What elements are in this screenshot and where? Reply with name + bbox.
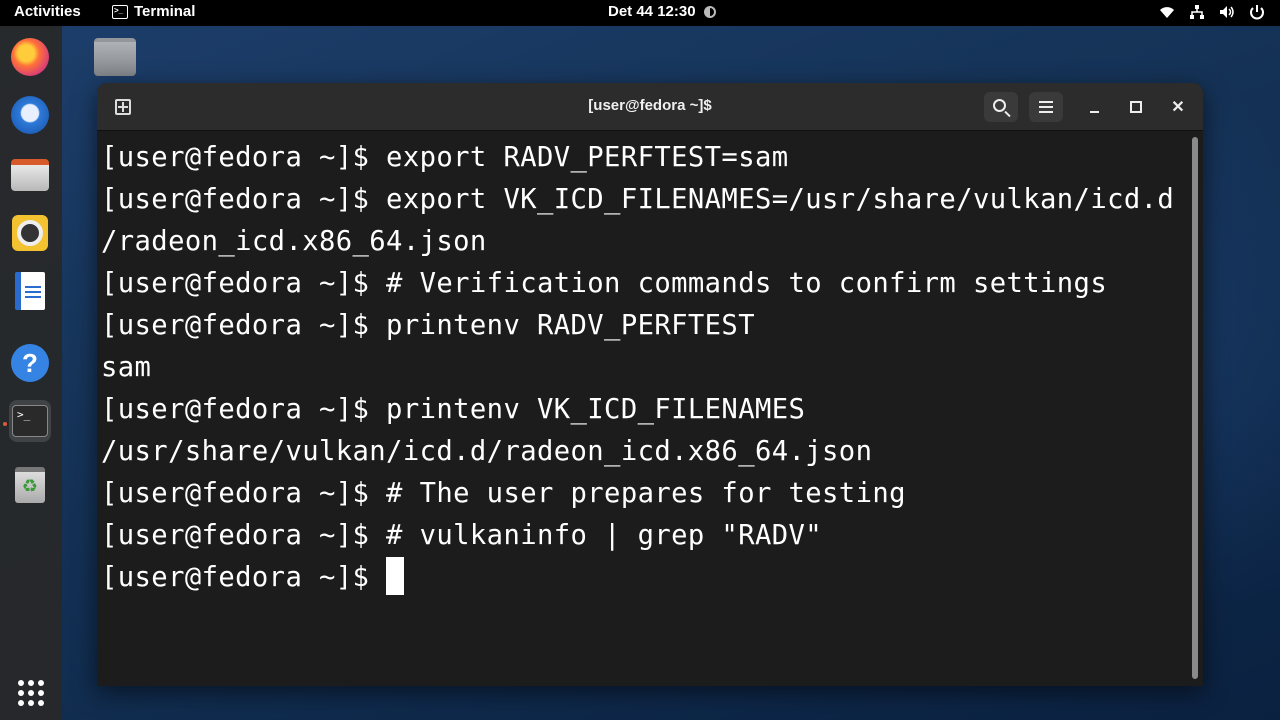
dash-item-files[interactable] [9, 154, 51, 196]
hamburger-icon [1039, 101, 1053, 113]
menu-button[interactable] [1029, 92, 1063, 122]
clock[interactable]: Det 44 12:30 [608, 3, 716, 20]
dash-item-terminal[interactable]: >_ [9, 400, 51, 442]
firefox-icon [11, 38, 49, 76]
thunderbird-icon [11, 96, 49, 134]
system-tray[interactable] [1158, 3, 1266, 21]
help-icon: ? [11, 344, 49, 382]
dash-item-thunderbird[interactable] [9, 94, 51, 136]
activities-button[interactable]: Activities [14, 3, 81, 20]
volume-icon[interactable] [1218, 3, 1236, 21]
search-button[interactable] [984, 92, 1018, 122]
terminal-prompt-line: [user@fedora ~]$ [101, 557, 1203, 599]
desktop-folder-icon[interactable] [94, 38, 136, 76]
writer-icon [15, 272, 45, 310]
close-button[interactable]: ✕ [1163, 92, 1193, 122]
dash-item-help[interactable]: ? [9, 342, 51, 384]
rhythmbox-icon [12, 215, 48, 251]
dash: ? >_ ♻ [0, 26, 62, 720]
app-menu-label: Terminal [134, 3, 196, 20]
clock-label: Det 44 12:30 [608, 3, 696, 20]
running-indicator [3, 422, 7, 426]
top-bar: Activities >_ Terminal Det 44 12:30 [0, 0, 1280, 26]
terminal-icon: >_ [112, 4, 128, 19]
show-apps-icon[interactable] [18, 680, 44, 706]
trash-icon: ♻ [15, 467, 45, 503]
dash-item-firefox[interactable] [9, 36, 51, 78]
terminal-line: /radeon_icd.x86_64.json [101, 226, 487, 257]
terminal-line: sam [101, 352, 152, 383]
minimize-button[interactable] [1079, 92, 1109, 122]
terminal-line: [user@fedora ~]$ # The user prepares for… [101, 478, 906, 509]
dash-item-rhythmbox[interactable] [9, 212, 51, 254]
wifi-icon[interactable] [1158, 3, 1176, 21]
terminal-line: /usr/share/vulkan/icd.d/radeon_icd.x86_6… [101, 436, 873, 467]
power-icon[interactable] [1248, 3, 1266, 21]
do-not-disturb-icon [703, 5, 716, 18]
terminal-prompt: [user@fedora ~]$ [101, 562, 387, 593]
terminal-line: [user@fedora ~]$ printenv VK_ICD_FILENAM… [101, 394, 806, 425]
search-icon [992, 98, 1006, 112]
terminal-line: [user@fedora ~]$ # Verification commands… [101, 268, 1108, 299]
scrollbar[interactable] [1192, 137, 1198, 679]
header-bar: [user@fedora ~]$ ✕ [97, 83, 1203, 131]
network-icon[interactable] [1188, 3, 1206, 21]
dash-item-trash[interactable]: ♻ [9, 464, 51, 506]
files-icon [11, 159, 49, 191]
maximize-button[interactable] [1121, 92, 1151, 122]
terminal-line: [user@fedora ~]$ printenv RADV_PERFTEST [101, 310, 755, 341]
terminal-icon: >_ [12, 405, 48, 437]
terminal-line: [user@fedora ~]$ export RADV_PERFTEST=sa… [101, 142, 789, 173]
terminal-line: [user@fedora ~]$ export VK_ICD_FILENAMES… [101, 184, 1175, 215]
dash-item-writer[interactable] [9, 270, 51, 312]
terminal-window: [user@fedora ~]$ ✕ [user@fedora ~]$ expo… [97, 83, 1203, 686]
terminal-output[interactable]: [user@fedora ~]$ export RADV_PERFTEST=sa… [97, 131, 1203, 686]
terminal-line: [user@fedora ~]$ # vulkaninfo | grep "RA… [101, 520, 823, 551]
app-menu[interactable]: >_ Terminal [112, 3, 195, 20]
text-cursor [386, 557, 405, 595]
